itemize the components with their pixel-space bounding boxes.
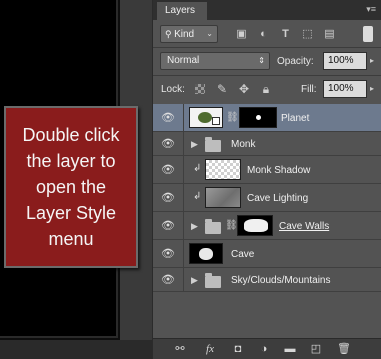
lock-all-icon[interactable]: 🔒︎ <box>259 82 273 96</box>
eye-icon[interactable]: 👁︎ <box>161 165 177 176</box>
panel-footer: ⚯ fx ◘ ◑ ▬ ◰ 🗑︎ <box>153 338 381 359</box>
blend-mode-select[interactable]: Normal ⇕ <box>160 52 270 70</box>
shape-filter-icon[interactable]: ⬚ <box>301 28 314 40</box>
instruction-callout: Double click the layer to open the Layer… <box>4 106 138 268</box>
layer-name[interactable]: Cave Lighting <box>247 193 308 204</box>
folder-icon <box>205 137 221 152</box>
chevron-right-icon[interactable]: ▶ <box>191 275 198 286</box>
layer-row-monk[interactable]: 👁︎ ▶ Monk <box>153 132 381 156</box>
layer-row-monk-shadow[interactable]: 👁︎ ↲ Monk Shadow <box>153 156 381 184</box>
layer-name[interactable]: Cave <box>231 249 254 260</box>
layers-list: 👁︎ ⛓ Planet 👁︎ ▶ Monk 👁︎ ↲ Monk Shadow 👁… <box>153 104 381 338</box>
lock-row: Lock: ✎ ✥ 🔒︎ Fill: 100% ▸ <box>153 77 381 101</box>
divider <box>183 184 184 211</box>
blend-mode-value: Normal <box>167 55 200 66</box>
add-mask-icon[interactable]: ◘ <box>231 343 245 356</box>
filter-kind-label: Kind <box>174 29 195 40</box>
layer-thumbnail[interactable] <box>189 107 223 128</box>
filter-row: ⚲ Kind ⌄ ▣ ◐ T ⬚ ▤ <box>153 21 381 46</box>
layer-row-cave[interactable]: 👁︎ Cave <box>153 240 381 268</box>
divider <box>183 156 184 183</box>
type-filter-icon[interactable]: T <box>279 28 292 40</box>
chain-link-icon[interactable]: ⛓ <box>226 112 239 123</box>
new-group-icon[interactable]: ▬ <box>283 343 297 356</box>
folder-icon <box>205 219 221 234</box>
layer-mask-thumbnail[interactable] <box>239 107 277 128</box>
layer-name[interactable]: Monk <box>231 139 255 150</box>
smart-object-filter-icon[interactable]: ▤ <box>323 28 336 40</box>
layer-name[interactable]: Planet <box>281 113 309 124</box>
panel-header: Layers ▾≡ <box>153 0 381 20</box>
chevron-right-icon[interactable]: ▶ <box>191 139 198 150</box>
divider <box>183 240 184 267</box>
divider <box>183 132 184 155</box>
blend-row: Normal ⇕ Opacity: 100% ▸ <box>153 48 381 74</box>
chain-link-icon[interactable]: ⛓ <box>225 220 238 231</box>
layer-row-cave-walls[interactable]: 👁︎ ▶ ⛓ Cave Walls <box>153 212 381 240</box>
type-filter-glyph: T <box>282 28 289 40</box>
chevron-updown-icon: ⇕ <box>258 56 265 65</box>
lock-position-icon[interactable]: ✥ <box>237 82 251 96</box>
new-layer-icon[interactable]: ◰ <box>309 343 323 356</box>
eye-icon[interactable]: 👁︎ <box>161 113 177 124</box>
clipping-arrow-icon: ↲ <box>193 191 202 202</box>
canvas-scrollbar[interactable] <box>0 340 152 359</box>
layer-row-cave-lighting[interactable]: 👁︎ ↲ Cave Lighting <box>153 184 381 212</box>
link-layers-icon[interactable]: ⚯ <box>173 343 187 356</box>
layer-thumbnail[interactable] <box>205 159 241 180</box>
layer-name[interactable]: Sky/Clouds/Mountains <box>231 275 331 286</box>
adjustment-layer-icon[interactable]: ◑ <box>257 343 271 356</box>
layer-name[interactable]: Cave Walls <box>279 221 329 232</box>
fill-label: Fill: <box>301 84 317 95</box>
lock-transparent-pixels-icon[interactable] <box>193 82 207 96</box>
folder-icon <box>205 273 221 288</box>
clipping-arrow-icon: ↲ <box>193 163 202 174</box>
chevron-down-icon: ⌄ <box>206 29 213 38</box>
image-filter-icon[interactable]: ▣ <box>235 28 248 40</box>
fill-chevron-icon[interactable]: ▸ <box>370 84 374 93</box>
trash-icon[interactable]: 🗑︎ <box>337 343 351 356</box>
divider <box>183 104 184 131</box>
panel-menu-icon[interactable]: ▾≡ <box>366 4 376 15</box>
layers-panel: Layers ▾≡ ⚲ Kind ⌄ ▣ ◐ T ⬚ ▤ Normal ⇕ Op… <box>152 0 381 359</box>
lock-label: Lock: <box>161 84 185 95</box>
eye-icon[interactable]: 👁︎ <box>161 221 177 232</box>
fx-icon[interactable]: fx <box>203 343 217 356</box>
layer-row-sky-clouds-mountains[interactable]: 👁︎ ▶ Sky/Clouds/Mountains <box>153 268 381 292</box>
chevron-right-icon[interactable]: ▶ <box>191 221 198 232</box>
tab-layers[interactable]: Layers <box>157 2 207 20</box>
layer-thumbnail[interactable] <box>189 243 223 264</box>
layer-row-planet[interactable]: 👁︎ ⛓ Planet <box>153 104 381 132</box>
eye-icon[interactable]: 👁︎ <box>161 193 177 204</box>
layer-mask-thumbnail[interactable] <box>237 215 273 236</box>
opacity-field[interactable]: 100% <box>323 52 367 70</box>
layer-thumbnail[interactable] <box>205 187 241 208</box>
adjustment-filter-icon[interactable]: ◐ <box>257 28 270 40</box>
eye-icon[interactable]: 👁︎ <box>161 139 177 150</box>
callout-text: Double click the layer to open the Layer… <box>22 125 120 249</box>
divider <box>183 268 184 291</box>
layer-name[interactable]: Monk Shadow <box>247 165 310 176</box>
filter-kind-select[interactable]: ⚲ Kind ⌄ <box>160 25 218 43</box>
fill-field[interactable]: 100% <box>323 80 367 98</box>
search-icon: ⚲ <box>165 29 175 39</box>
eye-icon[interactable]: 👁︎ <box>161 275 177 286</box>
divider <box>153 75 381 76</box>
eye-icon[interactable]: 👁︎ <box>161 249 177 260</box>
filter-toggle-switch[interactable] <box>363 26 373 42</box>
opacity-chevron-icon[interactable]: ▸ <box>370 56 374 65</box>
opacity-label: Opacity: <box>277 56 314 67</box>
lock-image-pixels-icon[interactable]: ✎ <box>215 82 229 96</box>
divider <box>183 212 184 239</box>
